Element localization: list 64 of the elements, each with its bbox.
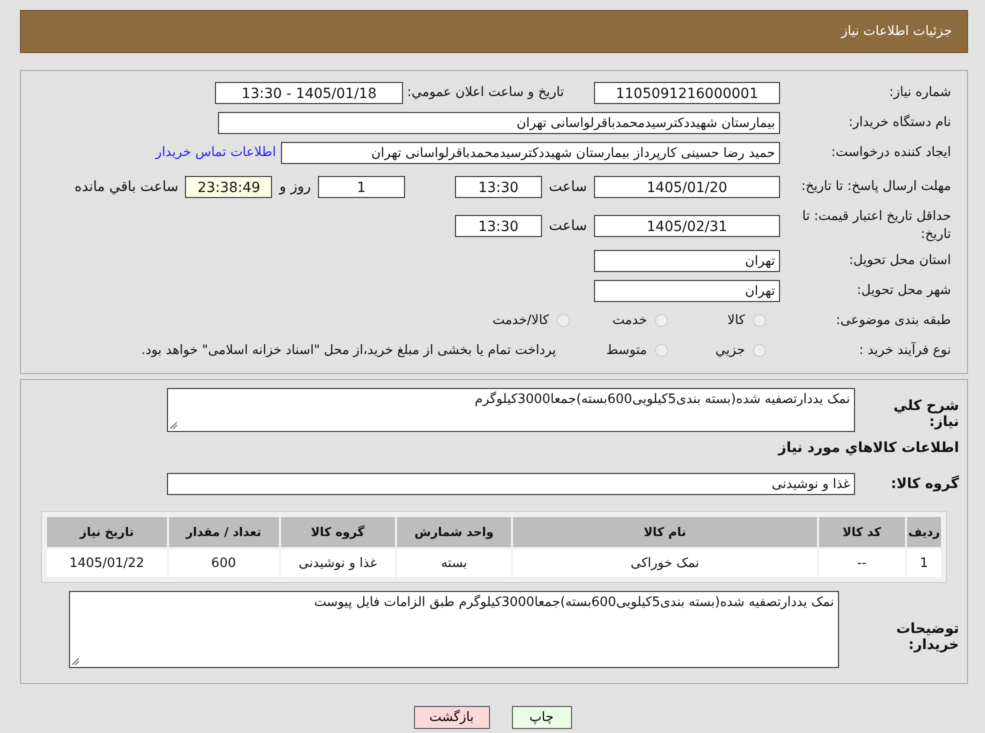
action-button[interactable]: بازگشت <box>414 706 490 729</box>
table-cell: غذا و نوشیدنی <box>280 549 395 577</box>
field-label: شهر محل تحویل: <box>856 283 952 298</box>
radio-label: کالا <box>727 313 745 328</box>
radio-label: جزيي <box>715 343 745 358</box>
need-number-field: 1105091216000001 <box>594 82 780 104</box>
table-cell: 1 <box>907 549 941 577</box>
page-title: جزئیات اطلاعات نیاز <box>841 24 952 39</box>
table-cell: بسته <box>396 549 512 577</box>
buyer-notes-textarea[interactable]: نمک یددارتصفیه شده(بسته بندی5کیلویی600بسته)جمعا3000کیلوگرم طبق الزامات فایل پیوست <box>69 591 839 668</box>
field-label: شرح كلي نياز: <box>892 398 960 430</box>
field-label: نام دستگاه خریدار: <box>848 115 952 130</box>
column-header: کد کالا <box>818 517 906 547</box>
field-label: ساعت <box>548 218 587 234</box>
field-label: مهلت ارسال پاسخ: تا تاریخ: <box>800 178 952 196</box>
field-label: ساعت <box>548 179 587 195</box>
province-field: تهران <box>594 250 780 272</box>
column-header: نام کالا <box>513 517 817 547</box>
radio-label: کالا/خدمت <box>492 313 549 328</box>
payment-note: پرداخت تمام یا بخشی از مبلغ خرید،از محل "اسناد خزانه اسلامی" خواهد بود. <box>141 343 556 358</box>
goods-group-field: غذا و نوشیدنی <box>167 472 855 494</box>
field-label: گروه کالا: <box>890 476 960 492</box>
time-field: 13:30 <box>454 215 542 237</box>
field-label: توضیحات خریدار: <box>895 621 960 653</box>
radio-button[interactable] <box>655 314 668 327</box>
radio-button[interactable] <box>753 344 766 357</box>
column-header: گروه کالا <box>280 517 395 547</box>
field-label: روز و <box>279 179 311 195</box>
table-cell: -- <box>818 549 906 577</box>
field-label: ساعت باقي مانده <box>74 179 178 195</box>
summary-textarea[interactable]: نمک یددارتصفیه شده(بسته بندی5کیلویی600بسته)جمعا3000کیلوگرم <box>167 388 855 432</box>
radio-button[interactable] <box>753 314 766 327</box>
buyer-contact-link[interactable]: اطلاعات تماس خریدار <box>156 145 276 160</box>
field-label: تاريخ و ساعت اعلان عمومي: <box>407 85 564 100</box>
field-label: طبقه بندی موضوعی: <box>834 313 952 328</box>
field-label: ایجاد کننده درخواست: <box>830 145 952 160</box>
column-header: واحد شمارش <box>396 517 512 547</box>
radio-button[interactable] <box>557 314 570 327</box>
column-header: رديف <box>907 517 941 547</box>
announce-date-field: 1405/01/18 - 13:30 <box>215 82 404 104</box>
radio-label: خدمت <box>612 313 647 328</box>
field-label: حداقل تاريخ اعتبار قيمت: تا تاريخ: <box>801 208 952 244</box>
resize-grip-icon[interactable] <box>72 658 79 665</box>
table-cell: 1405/01/22 <box>47 549 167 577</box>
field-label: شماره نیاز: <box>888 85 952 100</box>
column-header: تعداد / مقدار <box>168 517 279 547</box>
date-field: 1405/02/31 <box>594 215 780 237</box>
remaining-time-field: 23:38:49 <box>185 176 272 198</box>
table-cell: نمک خوراکی <box>513 549 817 577</box>
resize-grip-icon[interactable] <box>170 422 177 429</box>
buyer-org-field: بیمارستان شهیددکترسیدمحمدباقرلواسانی تهران <box>218 112 780 134</box>
requester-field: حمید رضا حسینی کارپرداز بیمارستان شهیددکترسیدمحمدباقرلواسانی تهران <box>281 142 780 164</box>
field-label: نوع فرآیند خرید : <box>858 343 952 358</box>
table-cell: 600 <box>168 549 279 577</box>
section-heading: اطلاعات كالاهاي مورد نياز <box>776 440 960 456</box>
column-header: تاریخ نیاز <box>47 517 167 547</box>
action-button[interactable]: چاپ <box>512 706 572 729</box>
field-label: استان محل تحویل: <box>848 253 952 268</box>
days-field: 1 <box>318 176 405 198</box>
city-field: تهران <box>594 280 780 302</box>
date-field: 1405/01/20 <box>594 176 780 198</box>
time-field: 13:30 <box>454 176 542 198</box>
radio-button[interactable] <box>655 344 668 357</box>
radio-label: متوسط <box>606 343 647 358</box>
